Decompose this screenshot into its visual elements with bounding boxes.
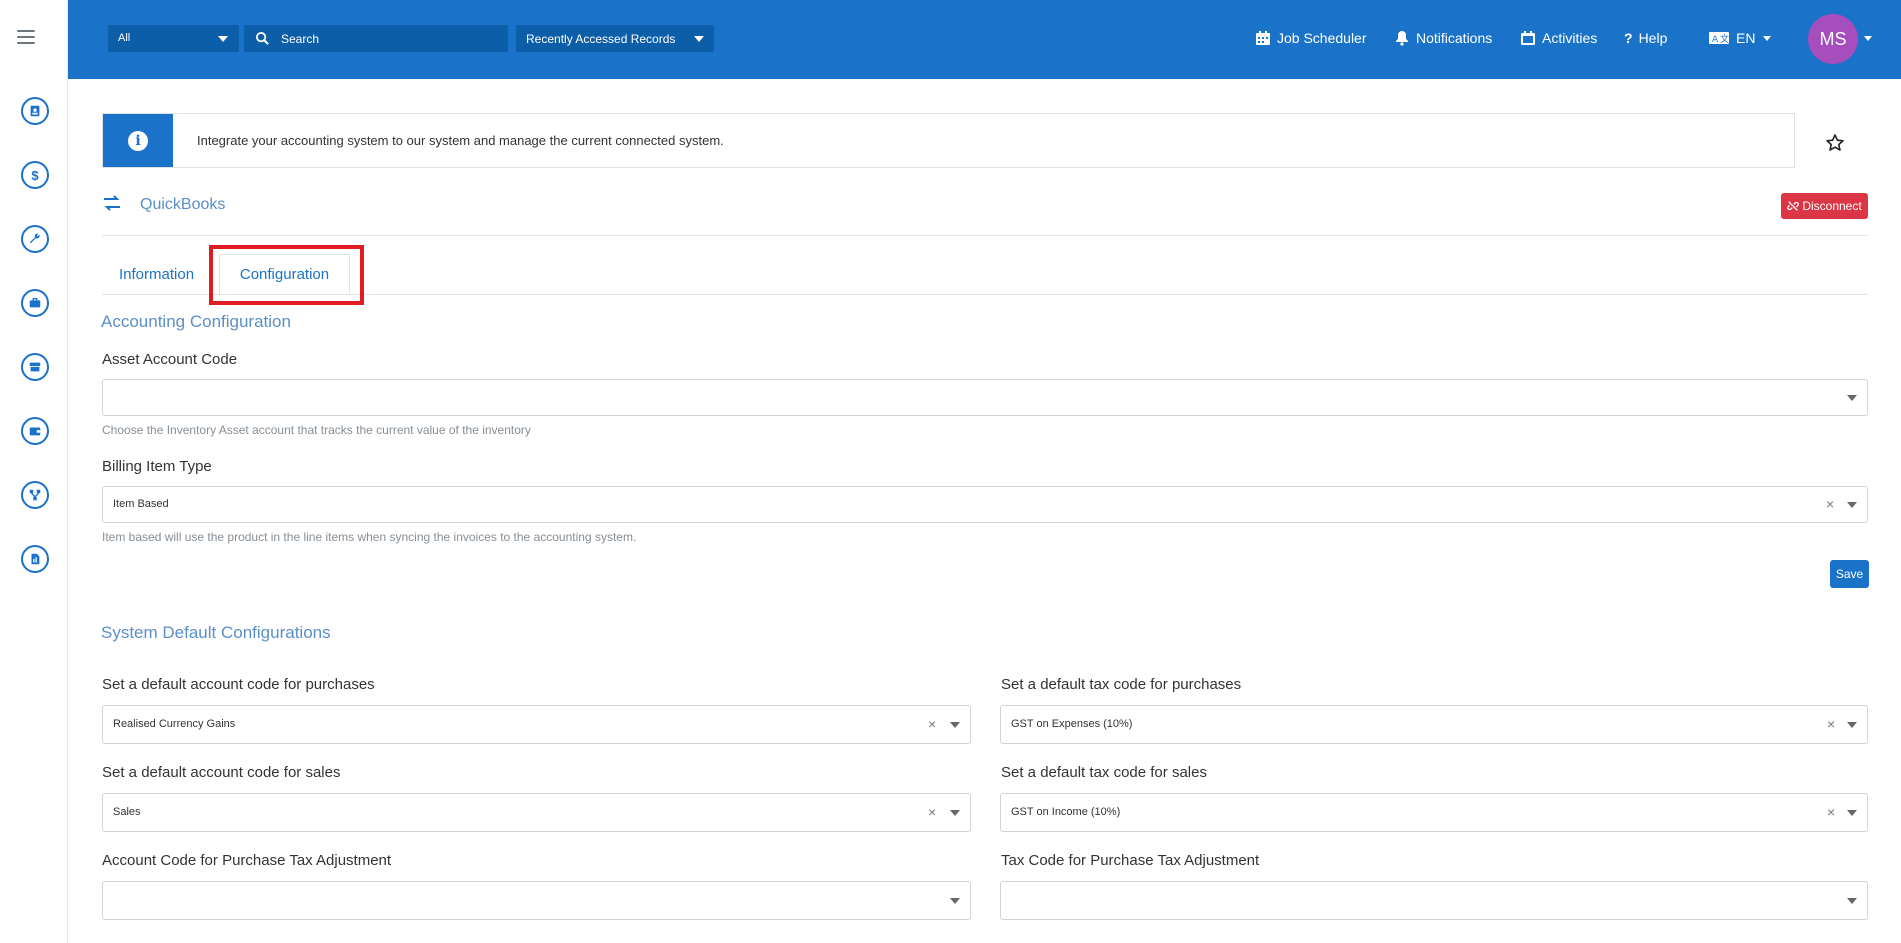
hamburger-menu-icon[interactable] <box>17 30 35 44</box>
contacts-icon[interactable] <box>21 97 49 125</box>
search-icon <box>255 31 269 45</box>
search-input[interactable] <box>281 25 501 52</box>
chevron-down-icon[interactable] <box>1864 36 1872 41</box>
notifications-link[interactable]: Notifications <box>1394 30 1492 46</box>
tab-configuration[interactable]: Configuration <box>219 254 350 295</box>
bell-icon <box>1396 31 1408 46</box>
info-icon-box: i <box>103 114 173 167</box>
wallet-icon[interactable] <box>21 417 49 445</box>
unlink-icon <box>1787 201 1800 211</box>
billing-item-type-value: Item Based <box>113 498 169 510</box>
clear-icon[interactable]: × <box>928 716 936 732</box>
divider <box>102 235 1868 236</box>
chevron-down-icon <box>950 898 960 904</box>
billing-item-type-help: Item based will use the product in the l… <box>102 530 637 544</box>
clear-icon[interactable]: × <box>1827 716 1835 732</box>
calendar-grid-icon <box>1256 31 1270 45</box>
scope-select-value: All <box>118 32 131 44</box>
purchase-tax-label: Set a default tax code for purchases <box>1001 676 1242 693</box>
scope-select[interactable]: All <box>108 25 239 52</box>
store-icon[interactable] <box>21 353 49 381</box>
integration-header <box>102 193 122 213</box>
sales-tax-value: GST on Income (10%) <box>1011 806 1121 818</box>
recent-records-select[interactable]: Recently Accessed Records <box>516 25 714 52</box>
report-icon[interactable] <box>21 545 49 573</box>
sales-account-label: Set a default account code for sales <box>102 764 341 781</box>
chevron-down-icon <box>694 36 704 42</box>
billing-item-type-label: Billing Item Type <box>102 458 212 475</box>
question-icon: ? <box>1624 30 1633 46</box>
purchase-tax-value: GST on Expenses (10%) <box>1011 718 1133 730</box>
chevron-down-icon <box>1847 810 1857 816</box>
sales-account-select[interactable]: Sales × <box>102 793 971 832</box>
purchase-account-select[interactable]: Realised Currency Gains × <box>102 705 971 744</box>
tab-information-label: Information <box>119 266 195 283</box>
calendar-icon <box>1521 31 1535 45</box>
asset-account-select[interactable] <box>102 379 1868 416</box>
purchase-adj-tax-label: Tax Code for Purchase Tax Adjustment <box>1001 852 1260 869</box>
system-defaults-title: System Default Configurations <box>101 623 331 642</box>
tab-information[interactable]: Information <box>119 254 194 295</box>
clear-icon[interactable]: × <box>1826 496 1834 512</box>
sales-account-value: Sales <box>113 806 141 818</box>
activities-link[interactable]: Activities <box>1520 30 1597 46</box>
top-navbar: All Recently Accessed Records Job Schedu… <box>68 0 1901 79</box>
purchase-adj-tax-select[interactable] <box>1000 881 1868 920</box>
info-banner-text: Integrate your accounting system to our … <box>197 133 724 148</box>
chevron-down-icon <box>1847 898 1857 904</box>
language-select[interactable]: A文 EN <box>1708 30 1772 46</box>
chevron-down-icon <box>1847 722 1857 728</box>
job-scheduler-label: Job Scheduler <box>1277 30 1367 46</box>
dollar-icon[interactable]: $ <box>21 161 49 189</box>
user-avatar[interactable]: MS <box>1808 14 1858 64</box>
sales-tax-select[interactable]: GST on Income (10%) × <box>1000 793 1868 832</box>
disconnect-button[interactable]: Disconnect <box>1781 193 1868 219</box>
left-sidebar: $ <box>0 0 68 943</box>
clear-icon[interactable]: × <box>1827 804 1835 820</box>
save-label: Save <box>1835 567 1864 581</box>
svg-text:A: A <box>1712 35 1719 45</box>
chevron-down-icon <box>1847 502 1857 508</box>
avatar-initials: MS <box>1819 28 1847 49</box>
help-label: Help <box>1638 30 1668 46</box>
save-button[interactable]: Save <box>1830 560 1869 588</box>
job-scheduler-link[interactable]: Job Scheduler <box>1255 30 1367 46</box>
sales-tax-label: Set a default tax code for sales <box>1001 764 1207 781</box>
recent-records-label: Recently Accessed Records <box>526 32 676 46</box>
integration-name: QuickBooks <box>140 196 226 213</box>
activities-label: Activities <box>1542 30 1598 46</box>
chevron-down-icon <box>1847 395 1857 401</box>
language-label: EN <box>1736 30 1756 46</box>
star-icon[interactable] <box>1825 133 1845 153</box>
disconnect-label: Disconnect <box>1802 199 1862 213</box>
info-banner: i Integrate your accounting system to ou… <box>102 113 1795 168</box>
chevron-down-icon <box>218 36 228 42</box>
workflow-icon[interactable] <box>21 481 49 509</box>
wrench-icon[interactable] <box>21 225 49 253</box>
briefcase-icon[interactable] <box>21 289 49 317</box>
clear-icon[interactable]: × <box>928 804 936 820</box>
translate-icon: A文 <box>1709 32 1729 45</box>
purchase-adj-account-label: Account Code for Purchase Tax Adjustment <box>102 852 392 869</box>
tab-configuration-label: Configuration <box>239 266 330 283</box>
notifications-label: Notifications <box>1416 30 1493 46</box>
info-icon: i <box>128 130 148 151</box>
purchase-tax-select[interactable]: GST on Expenses (10%) × <box>1000 705 1868 744</box>
chevron-down-icon <box>950 810 960 816</box>
chevron-down-icon <box>950 722 960 728</box>
purchase-adj-account-select[interactable] <box>102 881 971 920</box>
global-search <box>244 25 508 52</box>
help-link[interactable]: ? Help <box>1624 30 1667 46</box>
asset-account-label: Asset Account Code <box>102 351 238 368</box>
tabs-divider <box>102 294 1868 295</box>
svg-text:文: 文 <box>1720 33 1729 45</box>
chevron-down-icon <box>1763 35 1772 41</box>
accounting-config-title: Accounting Configuration <box>101 312 291 331</box>
exchange-icon <box>104 195 120 211</box>
billing-item-type-select[interactable]: Item Based × <box>102 486 1868 523</box>
asset-account-help: Choose the Inventory Asset account that … <box>102 423 531 437</box>
purchase-account-value: Realised Currency Gains <box>113 718 236 730</box>
purchase-account-label: Set a default account code for purchases <box>102 676 375 693</box>
